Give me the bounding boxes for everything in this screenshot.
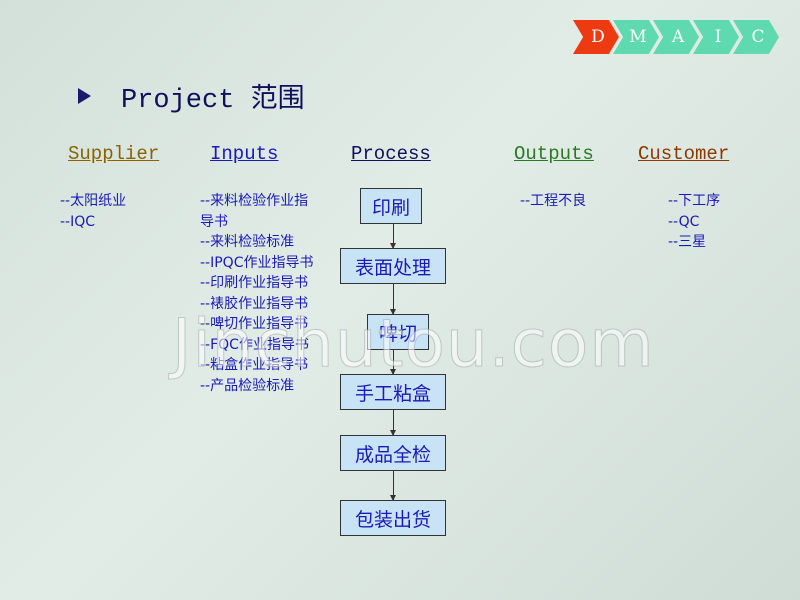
- title-text: Project 范围: [121, 86, 305, 116]
- customer-list: --下工序 --QC --三星: [668, 191, 720, 253]
- dmaic-step-c: C: [733, 20, 779, 54]
- customer-item: --三星: [668, 234, 707, 250]
- header-customer: Customer: [638, 143, 730, 165]
- customer-item: --下工序: [668, 193, 721, 209]
- dmaic-step-i: I: [693, 20, 739, 54]
- header-supplier: Supplier: [68, 143, 160, 165]
- arrow-down-icon: [390, 224, 396, 249]
- process-step: 成品全检: [340, 435, 446, 471]
- input-item: --印刷作业指导书: [200, 275, 309, 291]
- process-step: 印刷: [360, 188, 422, 224]
- input-item: --来料检验标准: [200, 234, 295, 250]
- dmaic-steps: D M A I C: [573, 20, 779, 54]
- supplier-item: --IQC: [60, 213, 96, 230]
- input-item: --来料检验作业指导书: [200, 193, 309, 230]
- bullet-triangle-icon: [78, 88, 91, 104]
- customer-item: --QC: [668, 213, 700, 230]
- output-item: --工程不良: [520, 193, 587, 209]
- header-process: Process: [351, 143, 431, 165]
- process-step: 包装出货: [340, 500, 446, 536]
- process-step: 表面处理: [340, 248, 446, 284]
- slide-title: Project 范围: [78, 76, 305, 116]
- arrow-down-icon: [390, 471, 396, 501]
- header-outputs: Outputs: [514, 143, 594, 165]
- supplier-list: --太阳纸业 --IQC: [60, 191, 126, 232]
- header-inputs: Inputs: [210, 143, 279, 165]
- input-item: --IPQC作业指导书: [200, 254, 314, 271]
- outputs-list: --工程不良: [520, 191, 586, 212]
- watermark: Jinchutou.com: [172, 305, 655, 383]
- arrow-down-icon: [390, 410, 396, 436]
- dmaic-step-m: M: [613, 20, 659, 54]
- supplier-item: --太阳纸业: [60, 193, 127, 209]
- dmaic-step-a: A: [653, 20, 699, 54]
- dmaic-step-d: D: [573, 20, 619, 54]
